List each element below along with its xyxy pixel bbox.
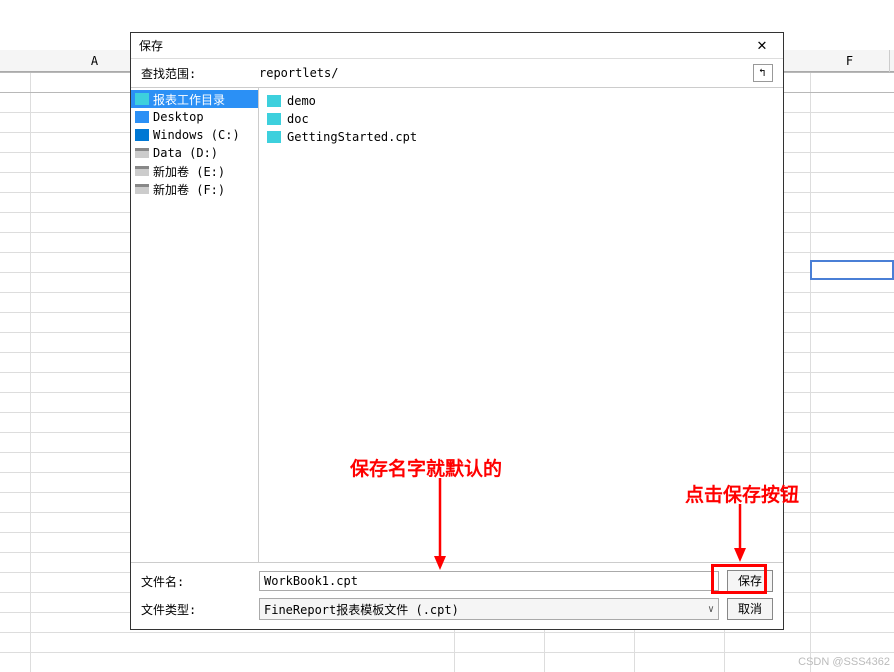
path-label: 查找范围:: [141, 65, 251, 82]
file-item-label: GettingStarted.cpt: [287, 130, 417, 144]
cpt-file-icon: [267, 131, 281, 143]
dialog-titlebar: 保存 ✕: [131, 33, 783, 59]
sidebar-item-drive-c[interactable]: Windows (C:): [131, 126, 258, 144]
windows-icon: [135, 129, 149, 141]
file-item-folder[interactable]: demo: [265, 92, 777, 110]
sidebar-item-desktop[interactable]: Desktop: [131, 108, 258, 126]
filetype-select[interactable]: FineReport报表模板文件 (.cpt) ∨: [259, 598, 719, 620]
save-button[interactable]: 保存: [727, 570, 773, 592]
filetype-value: FineReport报表模板文件 (.cpt): [264, 601, 459, 618]
sidebar-item-label: 新加卷 (F:): [153, 181, 225, 198]
file-item-label: demo: [287, 94, 316, 108]
sidebar-item-drive-f[interactable]: 新加卷 (F:): [131, 180, 258, 198]
file-item-folder[interactable]: doc: [265, 110, 777, 128]
sidebar-item-report-workdir[interactable]: 报表工作目录: [131, 90, 258, 108]
sidebar-item-drive-e[interactable]: 新加卷 (E:): [131, 162, 258, 180]
file-item-label: doc: [287, 112, 309, 126]
filename-label: 文件名:: [141, 573, 251, 590]
watermark: CSDN @SSS4362: [798, 656, 890, 668]
column-header-f[interactable]: F: [810, 50, 890, 72]
file-list[interactable]: demo doc GettingStarted.cpt: [259, 88, 783, 562]
folder-icon: [267, 113, 281, 125]
location-sidebar: 报表工作目录 Desktop Windows (C:) Data (D:) 新加…: [131, 88, 259, 562]
cancel-button[interactable]: 取消: [727, 598, 773, 620]
disk-icon: [135, 148, 149, 158]
filename-row: 文件名: 保存: [141, 567, 773, 595]
sidebar-item-drive-d[interactable]: Data (D:): [131, 144, 258, 162]
dialog-title: 保存: [139, 37, 749, 54]
save-dialog: 保存 ✕ 查找范围: reportlets/ 报表工作目录 Desktop Wi…: [130, 32, 784, 630]
selected-cell[interactable]: [810, 260, 894, 280]
sidebar-item-label: 新加卷 (E:): [153, 163, 225, 180]
path-value: reportlets/: [259, 66, 745, 80]
disk-icon: [135, 184, 149, 194]
folder-icon: [135, 93, 149, 105]
disk-icon: [135, 166, 149, 176]
filetype-row: 文件类型: FineReport报表模板文件 (.cpt) ∨ 取消: [141, 595, 773, 623]
folder-icon: [135, 111, 149, 123]
dialog-body: 报表工作目录 Desktop Windows (C:) Data (D:) 新加…: [131, 87, 783, 563]
filetype-label: 文件类型:: [141, 601, 251, 618]
sidebar-item-label: Data (D:): [153, 146, 218, 160]
filename-input[interactable]: [259, 571, 719, 591]
folder-icon: [267, 95, 281, 107]
sidebar-item-label: Desktop: [153, 110, 204, 124]
sidebar-item-label: 报表工作目录: [153, 91, 225, 108]
up-directory-icon[interactable]: [753, 64, 773, 82]
path-row: 查找范围: reportlets/: [131, 59, 783, 87]
sidebar-item-label: Windows (C:): [153, 128, 240, 142]
file-item-cpt[interactable]: GettingStarted.cpt: [265, 128, 777, 146]
chevron-down-icon: ∨: [708, 604, 714, 615]
close-button[interactable]: ✕: [749, 36, 775, 56]
dialog-bottom: 文件名: 保存 文件类型: FineReport报表模板文件 (.cpt) ∨ …: [131, 563, 783, 629]
